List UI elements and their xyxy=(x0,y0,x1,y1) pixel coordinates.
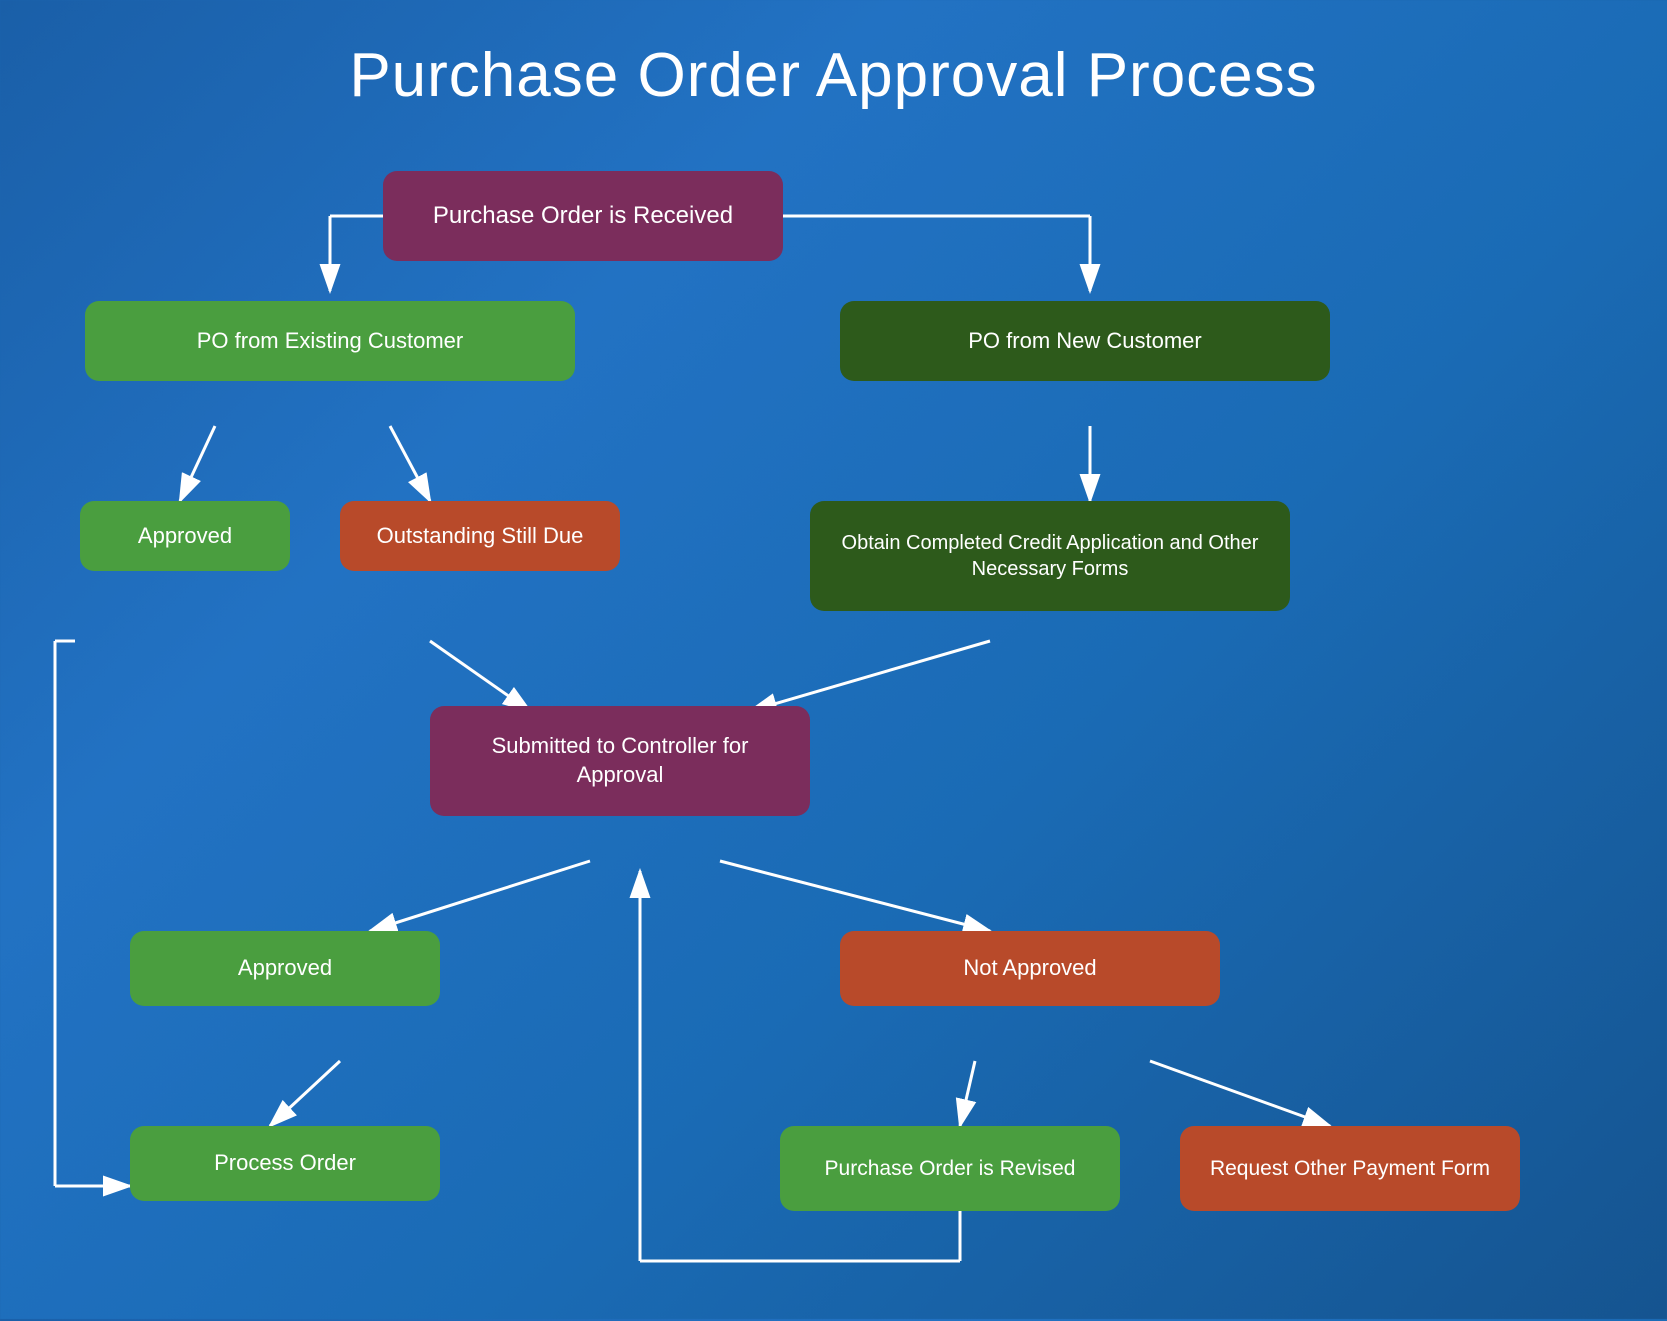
node-po-received: Purchase Order is Received xyxy=(383,171,783,261)
node-process-order: Process Order xyxy=(130,1126,440,1201)
node-po-existing: PO from Existing Customer xyxy=(85,301,575,381)
node-obtain-credit: Obtain Completed Credit Application and … xyxy=(810,501,1290,611)
node-approved-2: Approved xyxy=(130,931,440,1006)
node-outstanding: Outstanding Still Due xyxy=(340,501,620,571)
node-submitted-controller: Submitted to Controller for Approval xyxy=(430,706,810,816)
page-title: Purchase Order Approval Process xyxy=(0,0,1667,141)
node-po-revised: Purchase Order is Revised xyxy=(780,1126,1120,1211)
node-request-payment: Request Other Payment Form xyxy=(1180,1126,1520,1211)
node-approved-1: Approved xyxy=(80,501,290,571)
node-not-approved: Not Approved xyxy=(840,931,1220,1006)
node-po-new: PO from New Customer xyxy=(840,301,1330,381)
